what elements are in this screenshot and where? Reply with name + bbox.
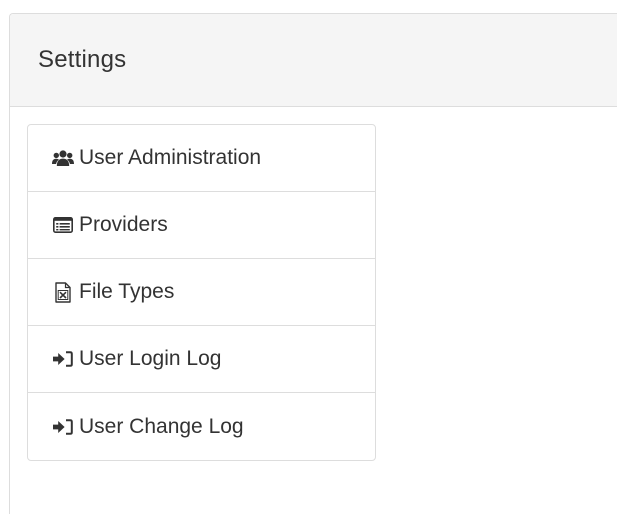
settings-menu: User Administration Providers File Types… xyxy=(27,124,376,461)
menu-item-user-administration[interactable]: User Administration xyxy=(28,125,375,192)
users-icon xyxy=(52,147,74,169)
menu-item-file-types[interactable]: File Types xyxy=(28,259,375,326)
menu-item-providers[interactable]: Providers xyxy=(28,192,375,259)
menu-item-label: Providers xyxy=(79,213,168,236)
menu-item-user-change-log[interactable]: User Change Log xyxy=(28,393,375,460)
excel-file-icon xyxy=(52,281,74,303)
sign-in-icon xyxy=(52,348,74,370)
sign-in-icon xyxy=(52,416,74,438)
menu-item-label: File Types xyxy=(79,280,175,303)
panel-heading: Settings xyxy=(10,14,617,107)
panel-title: Settings xyxy=(38,46,127,73)
menu-item-label: User Change Log xyxy=(79,414,244,438)
menu-item-label: User Administration xyxy=(79,146,262,169)
menu-item-user-login-log[interactable]: User Login Log xyxy=(28,326,375,393)
list-alt-icon xyxy=(52,214,74,236)
menu-item-label: User Login Log xyxy=(79,347,222,370)
